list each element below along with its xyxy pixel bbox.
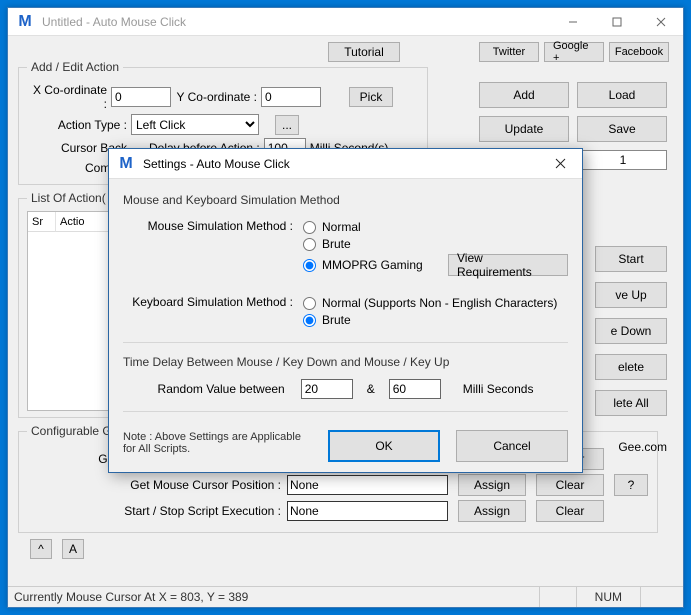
mouse-sim-brute-radio[interactable] bbox=[303, 238, 316, 251]
ok-button[interactable]: OK bbox=[328, 430, 440, 462]
ms-label: Milli Seconds bbox=[463, 382, 534, 396]
pick-button[interactable]: Pick bbox=[349, 87, 393, 107]
add-edit-legend: Add / Edit Action bbox=[27, 60, 123, 74]
kb-sim-normal-radio[interactable] bbox=[303, 297, 316, 310]
kb-sim-brute-label: Brute bbox=[322, 313, 351, 327]
google-plus-button[interactable]: Google + bbox=[544, 42, 604, 62]
close-icon bbox=[555, 158, 566, 169]
repeat-count-input[interactable] bbox=[579, 150, 667, 170]
random-max-input[interactable] bbox=[389, 379, 441, 399]
close-button[interactable] bbox=[639, 8, 683, 35]
cfg-start-stop-clear[interactable]: Clear bbox=[536, 500, 604, 522]
delete-all-button[interactable]: lete All bbox=[595, 390, 667, 416]
status-empty1 bbox=[539, 587, 576, 607]
mouse-sim-mmorpg-radio[interactable] bbox=[303, 259, 316, 272]
kb-sim-normal-label: Normal (Supports Non - English Character… bbox=[322, 296, 557, 310]
and-label: & bbox=[367, 382, 375, 396]
col-sr[interactable]: Sr bbox=[28, 212, 56, 232]
settings-logo: M bbox=[115, 153, 137, 175]
move-down-button[interactable]: e Down bbox=[595, 318, 667, 344]
random-value-label: Random Value between bbox=[158, 382, 285, 396]
status-text: Currently Mouse Cursor At X = 803, Y = 3… bbox=[14, 590, 248, 604]
main-titlebar[interactable]: M Untitled - Auto Mouse Click bbox=[8, 8, 683, 36]
mouse-sim-brute-label: Brute bbox=[322, 237, 351, 251]
kb-sim-brute-radio[interactable] bbox=[303, 314, 316, 327]
caret-button[interactable]: ^ bbox=[30, 539, 52, 559]
x-coord-label: X Co-ordinate : bbox=[27, 83, 107, 111]
action-type-more-button[interactable]: ... bbox=[275, 115, 299, 135]
mouse-sim-normal-label: Normal bbox=[322, 220, 361, 234]
time-delay-heading: Time Delay Between Mouse / Key Down and … bbox=[123, 355, 568, 369]
load-button[interactable]: Load bbox=[577, 82, 667, 108]
mouse-sim-mmorpg-label: MMOPRG Gaming bbox=[322, 258, 423, 272]
add-button[interactable]: Add bbox=[479, 82, 569, 108]
tutorial-button[interactable]: Tutorial bbox=[328, 42, 400, 62]
cfg-cursor-pos-input[interactable] bbox=[287, 475, 448, 495]
app-logo: M bbox=[14, 11, 36, 33]
status-num: NUM bbox=[576, 587, 640, 607]
main-window: M Untitled - Auto Mouse Click Tutorial T… bbox=[7, 7, 684, 608]
start-button[interactable]: Start bbox=[595, 246, 667, 272]
settings-note: Note : Above Settings are Applicable for… bbox=[123, 431, 303, 455]
cfg-cursor-pos-label: Get Mouse Cursor Position : bbox=[27, 478, 287, 492]
status-empty2 bbox=[640, 587, 677, 607]
action-type-select[interactable]: Left Click bbox=[131, 114, 259, 135]
cfg-start-stop-assign[interactable]: Assign bbox=[458, 500, 526, 522]
cfg-start-stop-label: Start / Stop Script Execution : bbox=[27, 504, 287, 518]
save-button[interactable]: Save bbox=[577, 116, 667, 142]
twitter-button[interactable]: Twitter bbox=[479, 42, 539, 62]
y-coord-label: Y Co-ordinate : bbox=[175, 90, 257, 104]
list-legend: List Of Action( bbox=[27, 191, 110, 205]
mouse-sim-normal-radio[interactable] bbox=[303, 221, 316, 234]
maximize-button[interactable] bbox=[595, 8, 639, 35]
status-bar: Currently Mouse Cursor At X = 803, Y = 3… bbox=[8, 586, 683, 607]
cfg-cursor-pos-clear[interactable]: Clear bbox=[536, 474, 604, 496]
kb-sim-label: Keyboard Simulation Method : bbox=[123, 293, 303, 330]
y-coord-input[interactable] bbox=[261, 87, 321, 107]
settings-title: Settings - Auto Mouse Click bbox=[143, 157, 538, 171]
mouse-sim-label: Mouse Simulation Method : bbox=[123, 217, 303, 279]
facebook-button[interactable]: Facebook bbox=[609, 42, 669, 62]
settings-close-button[interactable] bbox=[538, 158, 582, 169]
cancel-button[interactable]: Cancel bbox=[456, 430, 568, 462]
move-up-button[interactable]: ve Up bbox=[595, 282, 667, 308]
update-button[interactable]: Update bbox=[479, 116, 569, 142]
col-action[interactable]: Actio bbox=[56, 212, 111, 232]
settings-dialog: M Settings - Auto Mouse Click Mouse and … bbox=[108, 148, 583, 473]
config-legend: Configurable G bbox=[27, 424, 116, 438]
help-button[interactable]: ? bbox=[614, 474, 648, 496]
random-min-input[interactable] bbox=[301, 379, 353, 399]
actions-table[interactable]: Sr Actio bbox=[27, 211, 112, 411]
settings-titlebar[interactable]: M Settings - Auto Mouse Click bbox=[109, 149, 582, 179]
x-coord-input[interactable] bbox=[111, 87, 171, 107]
action-type-label: Action Type : bbox=[27, 118, 127, 132]
cfg-cursor-pos-assign[interactable]: Assign bbox=[458, 474, 526, 496]
minimize-button[interactable] bbox=[551, 8, 595, 35]
sim-method-heading: Mouse and Keyboard Simulation Method bbox=[123, 193, 568, 207]
window-title: Untitled - Auto Mouse Click bbox=[42, 15, 551, 29]
list-of-actions-group: List Of Action( Sr Actio bbox=[18, 191, 121, 418]
delete-button[interactable]: elete bbox=[595, 354, 667, 380]
a-button[interactable]: A bbox=[62, 539, 84, 559]
view-requirements-button[interactable]: View Requirements bbox=[448, 254, 568, 276]
cfg-start-stop-input[interactable] bbox=[287, 501, 448, 521]
